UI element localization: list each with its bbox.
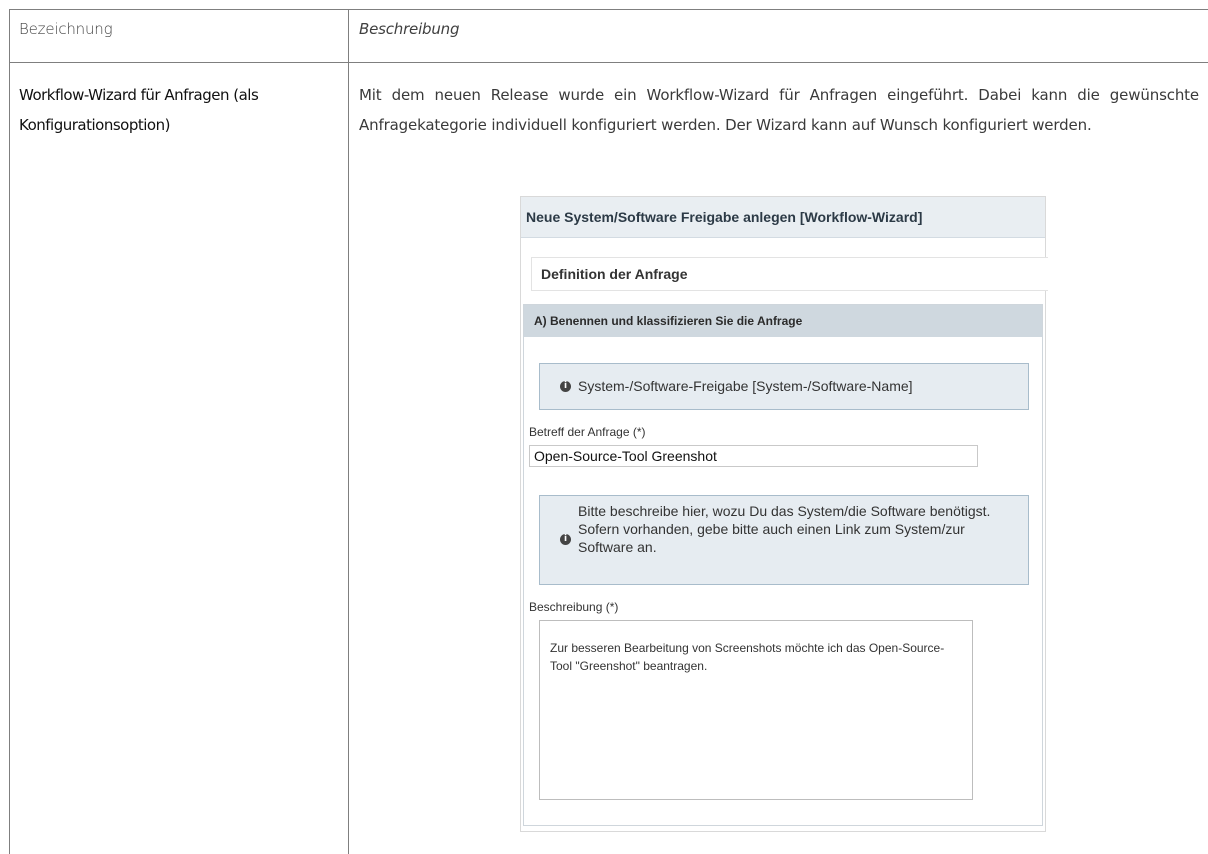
row-description: Mit dem neuen Release wurde ein Workflow… [359,86,1199,134]
wizard-screenshot: Neue System/Software Freigabe anlegen [W… [520,196,1048,832]
wizard-title: Neue System/Software Freigabe anlegen [W… [526,209,923,225]
row-term: Workflow-Wizard für Anfragen (als Konfig… [19,80,339,140]
info-box-category: i System-/Software-Freigabe [System-/Sof… [539,363,1029,410]
panel-title: A) Benennen und klassifizieren Sie die A… [534,314,803,328]
header-description: Beschreibung [359,20,460,38]
info-icon: i [560,381,571,392]
panel-header[interactable]: A) Benennen und klassifizieren Sie die A… [524,305,1042,337]
info-icon: i [560,534,571,545]
section-title: Definition der Anfrage [541,266,688,282]
table-border-left [9,9,10,854]
table-column-divider [348,9,349,854]
table-border-top [9,9,1208,10]
table-header-divider [9,62,1208,63]
document-table: Bezeichnung Beschreibung Workflow-Wizard… [0,0,1208,854]
wizard-title-bar: Neue System/Software Freigabe anlegen [W… [521,197,1045,238]
description-textarea[interactable]: Zur besseren Bearbeitung von Screenshots… [539,620,973,800]
info-box-hint: i Bitte beschreibe hier, wozu Du das Sys… [539,495,1029,585]
description-label: Beschreibung (*) [529,600,619,614]
subject-input[interactable] [529,445,978,467]
subject-label: Betreff der Anfrage (*) [529,425,646,439]
section-definition: Definition der Anfrage [531,257,1048,291]
header-term: Bezeichnung [19,20,113,38]
row-term-line1: Workflow-Wizard für Anfragen (als [19,86,259,104]
row-term-line2: Konfigurationsoption) [19,116,170,134]
info-text-category: System-/Software-Freigabe [System-/Softw… [578,378,913,394]
classification-panel: A) Benennen und klassifizieren Sie die A… [523,304,1043,826]
info-text-hint: Bitte beschreibe hier, wozu Du das Syste… [578,503,991,555]
